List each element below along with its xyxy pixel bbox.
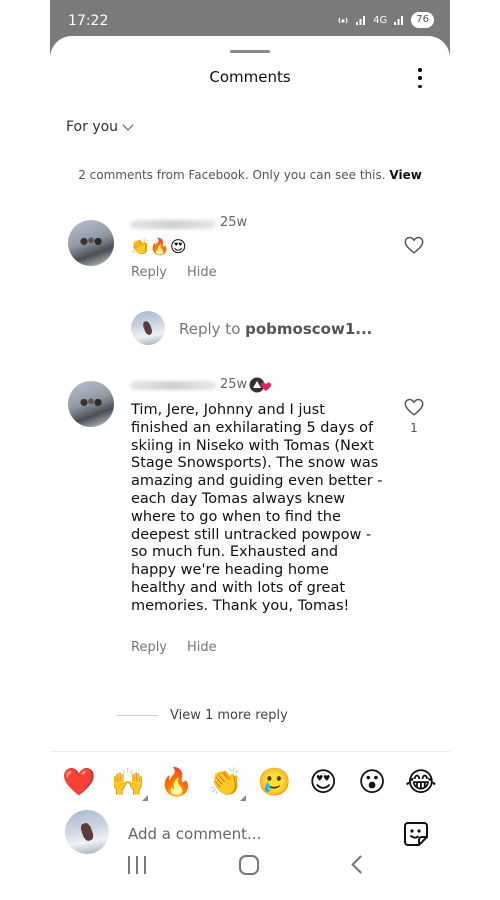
recent-apps-button[interactable] — [128, 856, 146, 874]
reaction-raised-hands[interactable]: 🙌 — [107, 765, 149, 801]
comment-avatar[interactable] — [68, 220, 114, 266]
reply-input-prefix: Reply to — [179, 320, 246, 338]
facebook-notice-view-link[interactable]: View — [389, 168, 421, 182]
reply-button[interactable]: Reply — [131, 265, 167, 280]
add-comment-input[interactable]: Add a comment... — [128, 825, 261, 843]
chevron-down-icon — [122, 119, 134, 131]
sheet-drag-handle[interactable] — [230, 50, 270, 53]
composer-avatar — [65, 810, 109, 854]
back-button[interactable] — [351, 855, 370, 874]
like-heart-icon[interactable] — [403, 234, 425, 256]
reaction-surprised[interactable]: 😮 — [351, 765, 393, 801]
comments-sheet: Comments For you 2 comments from Faceboo… — [50, 36, 450, 900]
sort-label: For you — [66, 119, 119, 135]
reaction-divider — [50, 751, 450, 752]
comment-username-blurred[interactable] — [130, 220, 216, 229]
comment-age: 25w — [220, 377, 248, 392]
view-more-replies-button[interactable]: View 1 more reply — [116, 708, 288, 723]
like-heart-icon[interactable] — [403, 396, 425, 418]
reply-input[interactable]: Reply to pobmoscow1... — [179, 320, 372, 338]
hotspot-icon — [338, 17, 348, 24]
hide-button[interactable]: Hide — [187, 265, 217, 280]
signal-icon-2 — [394, 16, 404, 25]
status-icons: 4G 76 — [337, 12, 434, 28]
reaction-teary-smile[interactable]: 🥲 — [253, 765, 295, 801]
reaction-fire[interactable]: 🔥 — [156, 765, 198, 801]
reaction-laughing[interactable]: 😂 — [400, 765, 442, 801]
status-bar: 17:22 4G 76 — [50, 0, 450, 40]
reply-input-avatar — [131, 311, 165, 345]
phone-screen: 17:22 4G 76 Comments For you 2 comments … — [50, 0, 450, 900]
reply-input-username: pobmoscow1... — [245, 320, 373, 338]
comment-avatar[interactable] — [68, 381, 114, 427]
skin-tone-corner-icon — [141, 795, 148, 801]
reaction-clap[interactable]: 👏 — [205, 765, 247, 801]
system-navigation-bar — [50, 852, 450, 880]
reply-button[interactable]: Reply — [131, 640, 167, 655]
battery-level: 76 — [411, 12, 434, 28]
comment-text: 👏🔥😍 — [130, 237, 187, 256]
replies-divider-line — [116, 715, 158, 716]
comment-age: 25w — [220, 215, 248, 230]
view-more-replies-label: View 1 more reply — [170, 708, 288, 723]
quick-reactions-bar: ❤️ 🙌 🔥 👏 🥲 😍 😮 😂 — [58, 765, 442, 801]
reaction-heart-eyes[interactable]: 😍 — [302, 765, 344, 801]
sticker-icon[interactable] — [402, 820, 430, 848]
sheet-title: Comments — [209, 68, 291, 86]
more-options-icon[interactable] — [414, 68, 426, 88]
sort-dropdown[interactable]: For you — [66, 119, 134, 135]
facebook-heart-badge-icon — [249, 377, 271, 393]
reaction-heart[interactable]: ❤️ — [58, 765, 100, 801]
skin-tone-corner-icon — [239, 795, 246, 801]
facebook-notice-text: 2 comments from Facebook. Only you can s… — [78, 168, 386, 182]
like-count: 1 — [410, 421, 418, 435]
comment-username-blurred[interactable] — [130, 381, 216, 390]
facebook-comments-notice: 2 comments from Facebook. Only you can s… — [50, 168, 450, 182]
comment-text: Tim, Jere, Johnny and I just finished an… — [131, 402, 383, 614]
hide-button[interactable]: Hide — [187, 640, 217, 655]
status-time: 17:22 — [68, 13, 109, 29]
network-type: 4G — [373, 14, 388, 26]
signal-icon — [356, 16, 366, 25]
home-button[interactable] — [239, 855, 259, 875]
